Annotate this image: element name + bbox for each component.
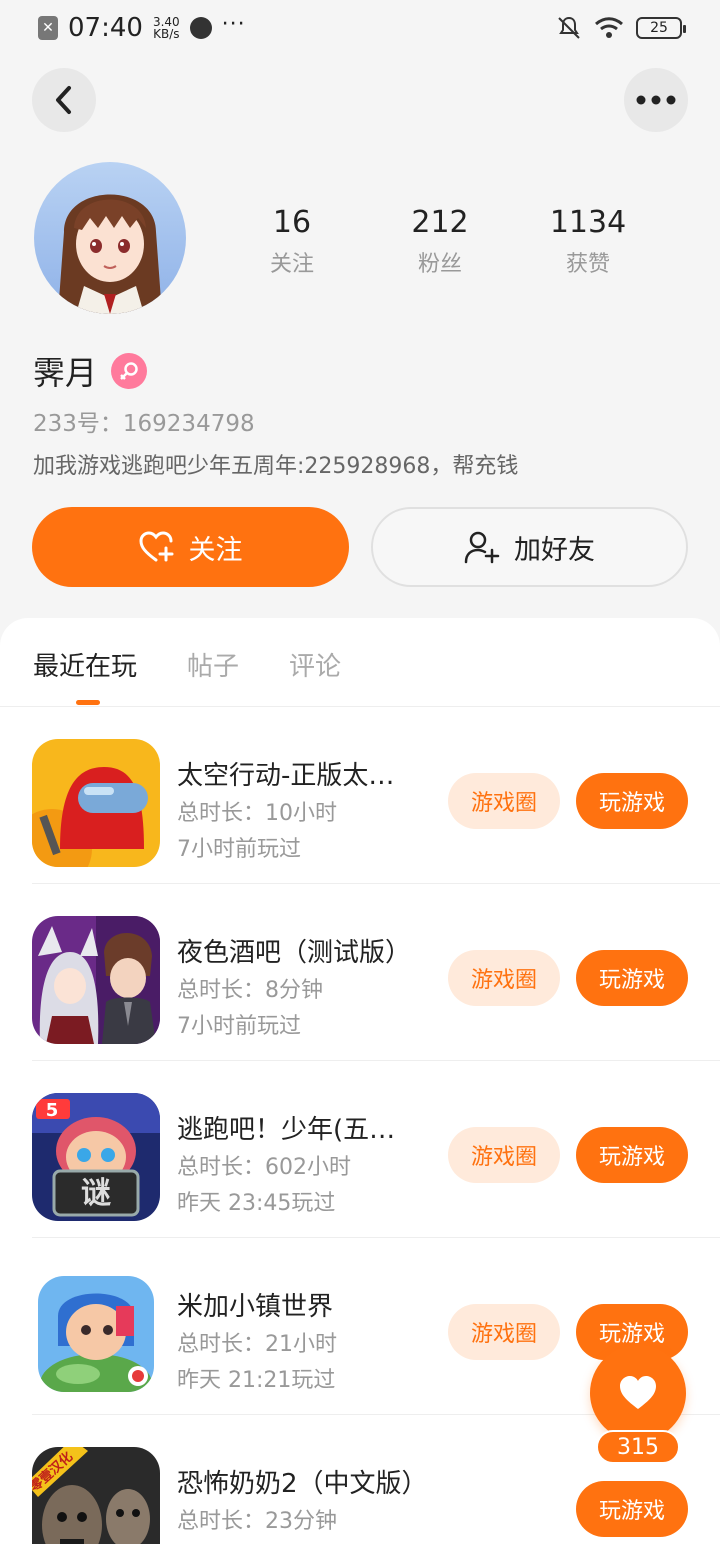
- game-title: 太空行动-正版太…: [177, 761, 395, 791]
- game-circle-button[interactable]: 游戏圈: [448, 1127, 560, 1183]
- stat-likes-label: 获赞: [565, 252, 610, 277]
- heart-icon: [620, 1376, 656, 1409]
- game-icon[interactable]: 零壹汉化: [32, 1447, 160, 1544]
- tab-bar: 最近在玩 帖子 评论: [33, 646, 341, 683]
- stat-fans-label: 粉丝: [417, 252, 462, 277]
- chevron-left-icon: [56, 86, 71, 114]
- add-user-icon: [464, 531, 500, 564]
- network-speed: 3.40 KB/s: [152, 15, 180, 41]
- stat-likes[interactable]: 1134 获赞: [514, 205, 662, 278]
- game-icon[interactable]: 谜 5: [32, 1093, 160, 1221]
- avatar[interactable]: [34, 162, 186, 314]
- play-game-button[interactable]: 玩游戏: [576, 950, 688, 1006]
- play-game-button[interactable]: 玩游戏: [576, 1481, 688, 1537]
- add-friend-button[interactable]: 加好友: [371, 507, 688, 587]
- game-duration: 总时长：8分钟: [177, 978, 323, 1003]
- status-bar: ✕ 07:40 3.40 KB/s ··· 25: [0, 0, 720, 56]
- stat-following-value: 16: [272, 205, 312, 240]
- like-floating-button[interactable]: [590, 1345, 686, 1441]
- play-game-button[interactable]: 玩游戏: [576, 1127, 688, 1183]
- stat-following-label: 关注: [269, 252, 314, 277]
- back-button[interactable]: [32, 68, 96, 132]
- game-duration: 总时长：23分钟: [177, 1509, 337, 1534]
- nickname: 霁月: [33, 354, 98, 392]
- status-time: 07:40: [68, 13, 143, 43]
- app-status-icon: [189, 17, 212, 39]
- game-duration: 总时长：21小时: [177, 1332, 337, 1357]
- game-duration: 总时长：602小时: [177, 1155, 351, 1180]
- more-dots-icon: [636, 95, 676, 105]
- game-circle-button[interactable]: 游戏圈: [448, 950, 560, 1006]
- notification-x-icon: ✕: [38, 16, 58, 40]
- game3-badge-text: 5: [46, 1100, 59, 1121]
- game-icon[interactable]: [32, 739, 160, 867]
- more-status-icon: ···: [221, 11, 246, 37]
- heart-plus-icon: [138, 531, 173, 562]
- game-icon[interactable]: [32, 916, 160, 1044]
- mute-bell-icon: [558, 16, 580, 39]
- user-bio: 加我游戏逃跑吧少年五周年:225928968，帮充钱: [33, 454, 519, 479]
- stat-fans[interactable]: 212 粉丝: [366, 205, 514, 278]
- nickname-row: 霁月: [33, 348, 148, 394]
- tab-posts[interactable]: 帖子: [187, 646, 239, 683]
- game-last-played: 7小时前玩过: [177, 837, 301, 862]
- tab-indicator: [76, 700, 100, 705]
- stat-fans-value: 212: [411, 205, 469, 240]
- profile-stats: 16 关注 212 粉丝 1134 获赞: [218, 205, 662, 278]
- game-row[interactable]: 太空行动-正版太… 总时长：10小时 7小时前玩过 游戏圈 玩游戏: [0, 707, 720, 884]
- game-last-played: 7小时前玩过: [177, 1014, 301, 1039]
- game-duration: 总时长：10小时: [177, 801, 337, 826]
- game-last-played: 昨天 23:45玩过: [177, 1191, 336, 1216]
- game-row[interactable]: 夜色酒吧（测试版） 总时长：8分钟 7小时前玩过 游戏圈 玩游戏: [0, 884, 720, 1061]
- follow-label: 关注: [188, 534, 243, 566]
- game-title: 逃跑吧！少年(五…: [177, 1115, 396, 1145]
- game-row[interactable]: 谜 5 逃跑吧！少年(五… 总时长：602小时 昨天 23:45玩过 游戏圈 玩…: [0, 1061, 720, 1238]
- tab-recently-played[interactable]: 最近在玩: [33, 646, 137, 683]
- stat-following[interactable]: 16 关注: [218, 205, 366, 278]
- game-title: 米加小镇世界: [177, 1292, 334, 1322]
- tab-comments[interactable]: 评论: [289, 646, 341, 683]
- user-id: 233号：169234798: [33, 411, 255, 437]
- game-icon[interactable]: [38, 1276, 154, 1392]
- play-game-button[interactable]: 玩游戏: [576, 773, 688, 829]
- game-title: 恐怖奶奶2（中文版）: [177, 1469, 427, 1499]
- female-icon: [111, 353, 148, 389]
- like-count-badge: 315: [596, 1430, 680, 1464]
- wifi-icon: [595, 17, 623, 38]
- stat-likes-value: 1134: [549, 205, 627, 240]
- game-last-played: 昨天 21:21玩过: [177, 1368, 336, 1393]
- game-title: 夜色酒吧（测试版）: [177, 938, 412, 968]
- follow-button[interactable]: 关注: [32, 507, 349, 587]
- more-button[interactable]: [624, 68, 688, 132]
- svg-text:谜: 谜: [81, 1176, 111, 1211]
- game-circle-button[interactable]: 游戏圈: [448, 1304, 560, 1360]
- battery-icon: 25: [636, 17, 686, 39]
- game-circle-button[interactable]: 游戏圈: [448, 773, 560, 829]
- add-friend-label: 加好友: [514, 534, 595, 566]
